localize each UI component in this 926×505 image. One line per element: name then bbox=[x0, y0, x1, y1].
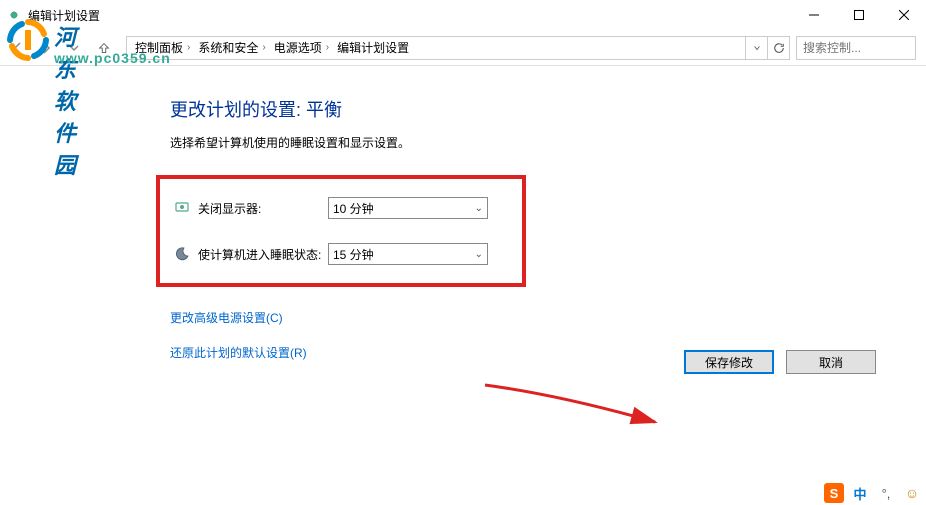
chevron-right-icon: › bbox=[262, 42, 265, 53]
tray-punct-icon[interactable]: °, bbox=[876, 483, 896, 503]
save-button[interactable]: 保存修改 bbox=[684, 350, 774, 374]
chevron-down-icon: ⌄ bbox=[475, 203, 483, 214]
sleep-select[interactable]: 15 分钟 ⌄ bbox=[328, 243, 488, 265]
tray-emoji-icon[interactable]: ☺ bbox=[902, 483, 922, 503]
crumb-0[interactable]: 控制面板› bbox=[133, 39, 196, 56]
nav-forward-button[interactable] bbox=[32, 34, 60, 62]
crumb-1[interactable]: 系统和安全› bbox=[196, 39, 271, 56]
breadcrumb-dropdown-button[interactable] bbox=[745, 37, 767, 59]
chevron-down-icon: ⌄ bbox=[475, 249, 483, 260]
search-input[interactable] bbox=[803, 41, 909, 55]
action-buttons: 保存修改 取消 bbox=[684, 350, 876, 374]
content-area: 更改计划的设置: 平衡 选择希望计算机使用的睡眠设置和显示设置。 关闭显示器: … bbox=[0, 66, 926, 361]
breadcrumb[interactable]: 控制面板› 系统和安全› 电源选项› 编辑计划设置 bbox=[126, 36, 790, 60]
chevron-right-icon: › bbox=[187, 42, 190, 53]
moon-icon bbox=[174, 246, 190, 262]
sleep-row: 使计算机进入睡眠状态: 15 分钟 ⌄ bbox=[174, 243, 508, 265]
nav-history-button[interactable] bbox=[60, 34, 88, 62]
tray-sogou-icon[interactable]: S bbox=[824, 483, 844, 503]
refresh-button[interactable] bbox=[767, 37, 789, 59]
app-icon bbox=[6, 7, 22, 23]
display-off-select[interactable]: 10 分钟 ⌄ bbox=[328, 197, 488, 219]
search-box[interactable] bbox=[796, 36, 916, 60]
system-tray: S 中 °, ☺ bbox=[824, 483, 922, 503]
tray-ime-icon[interactable]: 中 bbox=[850, 483, 870, 503]
display-off-row: 关闭显示器: 10 分钟 ⌄ bbox=[174, 197, 508, 219]
window-title: 编辑计划设置 bbox=[28, 7, 100, 24]
navbar: 控制面板› 系统和安全› 电源选项› 编辑计划设置 bbox=[0, 30, 926, 66]
crumb-3[interactable]: 编辑计划设置 bbox=[335, 39, 411, 56]
highlighted-settings: 关闭显示器: 10 分钟 ⌄ 使计算机进入睡眠状态: 15 分钟 ⌄ bbox=[156, 175, 526, 287]
nav-back-button[interactable] bbox=[4, 34, 32, 62]
chevron-right-icon: › bbox=[326, 42, 329, 53]
minimize-button[interactable] bbox=[791, 0, 836, 30]
crumb-2[interactable]: 电源选项› bbox=[272, 39, 335, 56]
sleep-label: 使计算机进入睡眠状态: bbox=[198, 246, 328, 263]
annotation-arrow bbox=[480, 380, 680, 440]
advanced-settings-link[interactable]: 更改高级电源设置(C) bbox=[170, 309, 926, 326]
nav-up-button[interactable] bbox=[92, 36, 116, 60]
maximize-button[interactable] bbox=[836, 0, 881, 30]
close-button[interactable] bbox=[881, 0, 926, 30]
display-icon bbox=[174, 200, 190, 216]
display-off-label: 关闭显示器: bbox=[198, 200, 328, 217]
page-title: 更改计划的设置: 平衡 bbox=[170, 96, 926, 122]
cancel-button[interactable]: 取消 bbox=[786, 350, 876, 374]
page-description: 选择希望计算机使用的睡眠设置和显示设置。 bbox=[170, 134, 926, 151]
titlebar: 编辑计划设置 bbox=[0, 0, 926, 30]
